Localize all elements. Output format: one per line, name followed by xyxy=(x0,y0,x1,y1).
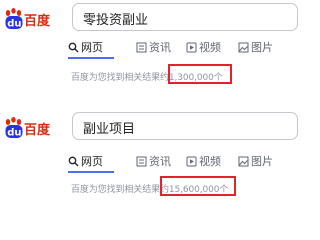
result-tabs: 网页 资讯 视频 图片 xyxy=(68,40,300,59)
tab-images[interactable]: 图片 xyxy=(238,40,273,54)
search-icon xyxy=(68,156,79,167)
active-tab-underline xyxy=(68,57,114,59)
tab-news[interactable]: 资讯 xyxy=(136,154,171,168)
result-tabs: 网页 资讯 视频 图片 xyxy=(68,154,300,173)
tab-label: 网页 xyxy=(81,41,103,54)
active-tab-underline xyxy=(68,171,114,173)
logo-du-text: du xyxy=(7,19,21,30)
tab-web[interactable]: 网页 xyxy=(68,40,103,54)
baidu-paw-icon: du 百度 xyxy=(5,8,51,30)
search-input[interactable]: 副业项目 xyxy=(72,112,298,140)
logo-du-text: du xyxy=(7,128,21,139)
news-icon xyxy=(136,42,147,53)
tab-label: 视频 xyxy=(199,41,221,54)
tab-label: 资讯 xyxy=(149,41,171,54)
search-result-panel-2: du 百度 副业项目 网页 资讯 视频 图片 百度为您找到相关结果约15,600… xyxy=(0,100,300,200)
logo-text: 百度 xyxy=(24,122,51,138)
tab-video[interactable]: 视频 xyxy=(186,154,221,168)
search-query-text: 副业项目 xyxy=(83,122,136,137)
tab-label: 视频 xyxy=(199,155,221,168)
video-icon xyxy=(186,156,197,167)
tab-label: 图片 xyxy=(251,155,273,168)
baidu-logo[interactable]: du 百度 xyxy=(4,8,62,30)
tab-web[interactable]: 网页 xyxy=(68,154,103,168)
image-icon xyxy=(238,42,249,53)
baidu-paw-icon: du 百度 xyxy=(5,117,51,139)
image-icon xyxy=(238,156,249,167)
baidu-logo[interactable]: du 百度 xyxy=(4,117,62,139)
search-query-text: 零投资副业 xyxy=(83,13,149,28)
video-icon xyxy=(186,42,197,53)
tab-video[interactable]: 视频 xyxy=(186,40,221,54)
tab-label: 图片 xyxy=(251,41,273,54)
result-count-highlight xyxy=(160,176,236,196)
news-icon xyxy=(136,156,147,167)
result-count-highlight xyxy=(168,64,232,84)
search-icon xyxy=(68,42,79,53)
tab-news[interactable]: 资讯 xyxy=(136,40,171,54)
tab-label: 资讯 xyxy=(149,155,171,168)
search-input[interactable]: 零投资副业 xyxy=(72,3,298,31)
tab-label: 网页 xyxy=(81,155,103,168)
tab-images[interactable]: 图片 xyxy=(238,154,273,168)
logo-text: 百度 xyxy=(24,13,51,29)
search-result-panel-1: du 百度 零投资副业 网页 资讯 视频 图片 百度为您找到相关结果约1,300… xyxy=(0,0,300,100)
